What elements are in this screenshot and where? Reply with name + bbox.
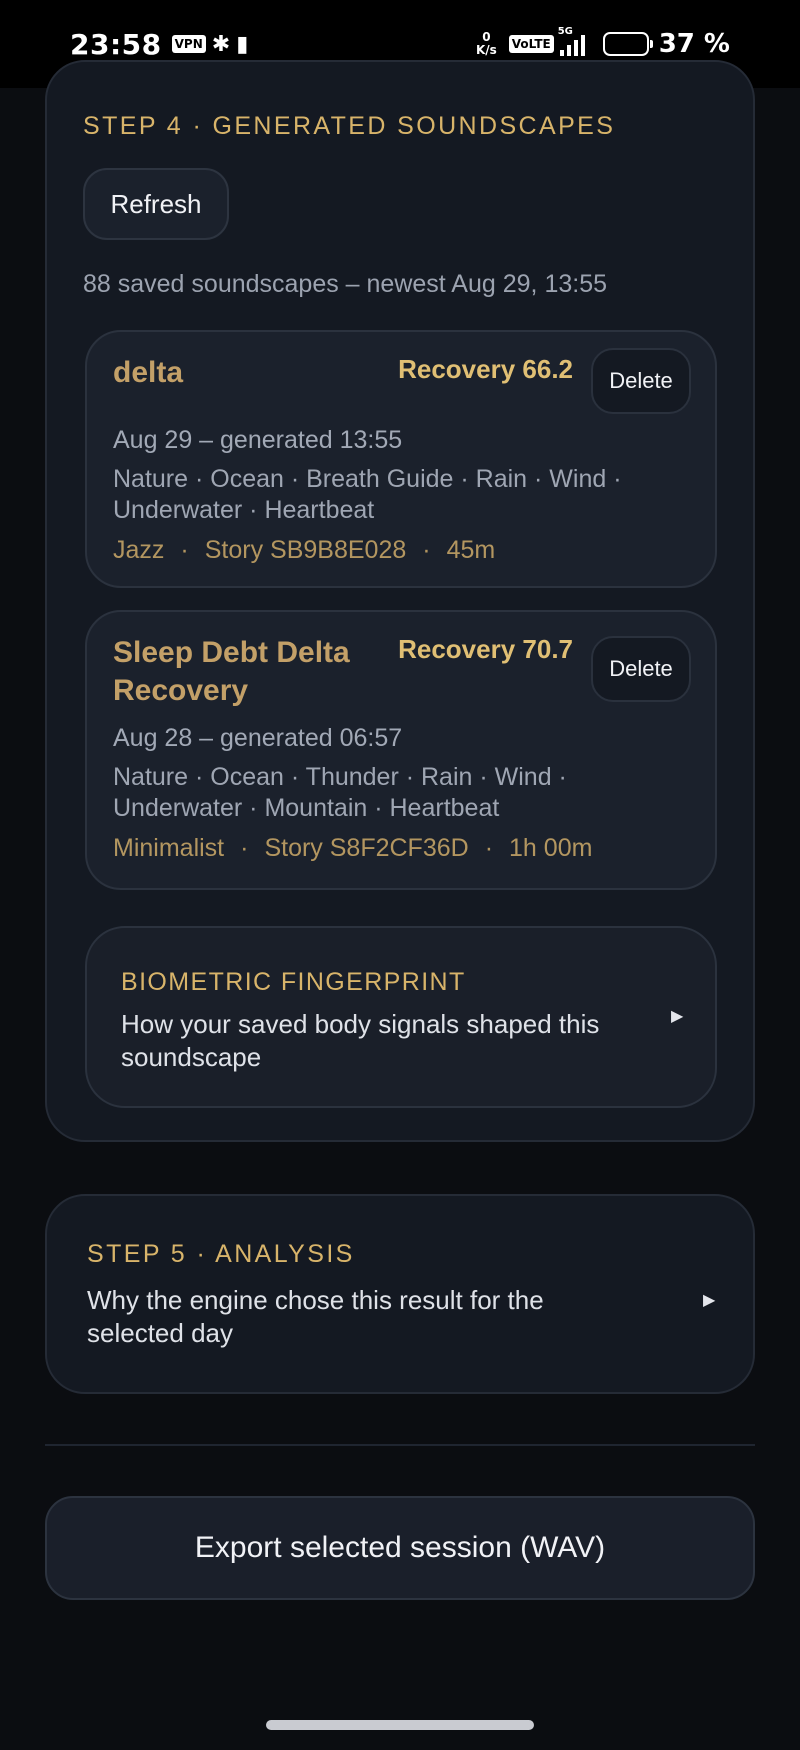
soundscape-card[interactable]: Sleep Debt Delta Recovery Recovery 70.7 … (85, 610, 717, 890)
battery-percent: 37 % (658, 29, 730, 59)
home-indicator[interactable] (266, 1720, 534, 1730)
volte-icon: VoLTE (508, 35, 554, 53)
soundscape-title: Sleep Debt Delta Recovery (113, 636, 350, 707)
network-speed: 0 K/s (476, 31, 497, 57)
soundscape-meta: Jazz · Story SB9B8E028 · 45m (113, 536, 496, 564)
step4-title: STEP 4 · GENERATED SOUNDSCAPES (83, 112, 616, 140)
soundscape-duration: 45m (446, 536, 496, 564)
soundscape-date: Aug 29 – generated 13:55 (113, 426, 403, 454)
network-speed-unit: K/s (475, 43, 497, 57)
soundscape-card[interactable]: delta Recovery 66.2 Delete Aug 29 – gene… (85, 330, 717, 588)
biometric-title: BIOMETRIC FINGERPRINT (121, 968, 466, 996)
step4-card: STEP 4 · GENERATED SOUNDSCAPES Refresh 8… (45, 60, 755, 1142)
soundscape-tags: Nature · Ocean · Breath Guide · Rain · W… (113, 465, 622, 524)
step5-description: Why the engine chose this result for the… (87, 1285, 544, 1348)
step5-card[interactable]: STEP 5 · ANALYSIS Why the engine chose t… (45, 1194, 755, 1394)
bluetooth-icon: ✱ (211, 31, 231, 57)
recovery-score: Recovery 70.7 (398, 634, 573, 664)
screen: 23:58 VPN ✱ ▮ 0 K/s VoLTE 5G 37 % STEP 4… (0, 0, 800, 1750)
network-type: 5G (557, 26, 573, 37)
expand-arrow-icon: ▶ (703, 1292, 716, 1309)
vibrate-icon: ▮ (236, 31, 249, 57)
soundscape-story: Story SB9B8E028 (204, 536, 407, 564)
delete-button[interactable]: Delete (591, 636, 691, 702)
saved-summary: 88 saved soundscapes – newest Aug 29, 13… (83, 270, 607, 298)
soundscape-genre: Jazz (113, 536, 165, 564)
biometric-description: How your saved body signals shaped this … (121, 1009, 600, 1072)
export-wav-button[interactable]: Export selected session (WAV) (45, 1496, 755, 1600)
signal-icon: 5G (558, 26, 585, 56)
status-time: 23:58 (70, 27, 162, 61)
biometric-fingerprint-card[interactable]: BIOMETRIC FINGERPRINT How your saved bod… (85, 926, 717, 1108)
divider (45, 1444, 755, 1446)
step5-title: STEP 5 · ANALYSIS (87, 1240, 355, 1268)
delete-button[interactable]: Delete (591, 348, 691, 414)
refresh-button[interactable]: Refresh (83, 168, 229, 240)
soundscape-meta: Minimalist · Story S8F2CF36D · 1h 00m (113, 834, 593, 862)
soundscape-genre: Minimalist (113, 834, 225, 862)
battery-icon (602, 32, 653, 56)
expand-arrow-icon: ▶ (671, 1008, 684, 1025)
soundscape-tags: Nature · Ocean · Thunder · Rain · Wind ·… (113, 763, 567, 822)
vpn-icon: VPN (171, 35, 206, 53)
soundscape-date: Aug 28 – generated 06:57 (113, 724, 403, 752)
soundscape-story: Story S8F2CF36D (264, 834, 469, 862)
soundscape-duration: 1h 00m (509, 834, 593, 862)
soundscape-title: delta (113, 356, 184, 389)
recovery-score: Recovery 66.2 (398, 354, 573, 384)
